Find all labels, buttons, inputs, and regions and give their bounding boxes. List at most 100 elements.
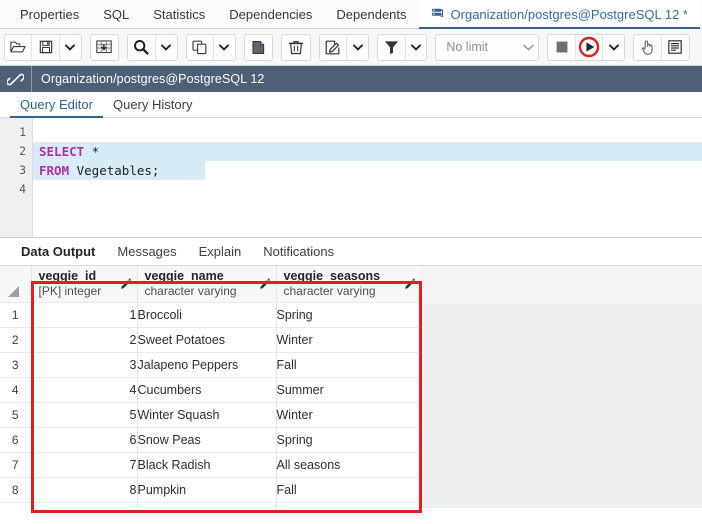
tab-properties[interactable]: Properties <box>8 0 91 28</box>
stop-query-button[interactable] <box>548 34 576 60</box>
cell-filler <box>421 302 702 328</box>
column-header-veggie-seasons[interactable]: veggie_seasons character varying <box>276 266 422 303</box>
tab-dependents[interactable]: Dependents <box>324 0 418 28</box>
cell-veggie-seasons[interactable]: Winter <box>276 402 422 428</box>
cell-veggie-name[interactable]: Pumpkin <box>137 477 277 503</box>
column-header-veggie-name[interactable]: veggie_name character varying <box>137 266 277 303</box>
copy-button[interactable] <box>186 34 214 60</box>
funnel-icon <box>384 40 399 54</box>
table-row[interactable]: 1 1 Broccoli Spring <box>0 302 702 328</box>
tab-notifications[interactable]: Notifications <box>252 238 345 265</box>
grid-download-icon <box>96 40 113 54</box>
results-table-body: 1 1 Broccoli Spring 2 2 Sweet Potatoes W… <box>0 302 702 508</box>
cell-veggie-id[interactable]: 4 <box>31 377 138 403</box>
open-file-button[interactable] <box>5 34 33 60</box>
edit-dropdown-button[interactable] <box>347 34 369 60</box>
row-number[interactable]: 7 <box>0 452 32 478</box>
table-row[interactable]: 7 7 Black Radish All seasons <box>0 452 702 478</box>
cell-veggie-name[interactable] <box>137 502 277 508</box>
tab-query-editor[interactable]: Query Editor <box>10 92 103 118</box>
cell-veggie-id[interactable]: 6 <box>31 427 138 453</box>
edit-button[interactable] <box>319 34 348 60</box>
find-dropdown-button[interactable] <box>155 34 177 60</box>
row-number[interactable]: 3 <box>0 352 32 378</box>
filter-dropdown-button[interactable] <box>405 34 427 60</box>
copy-dropdown-button[interactable] <box>214 34 235 60</box>
row-number[interactable]: 2 <box>0 327 32 353</box>
cell-veggie-id[interactable]: 2 <box>31 327 138 353</box>
row-number[interactable]: 4 <box>0 377 32 403</box>
cell-veggie-id[interactable]: 5 <box>31 402 138 428</box>
row-limit-select[interactable]: No limit <box>435 33 540 61</box>
cell-veggie-seasons[interactable]: Fall <box>276 477 422 503</box>
cell-veggie-name[interactable]: Black Radish <box>137 452 277 478</box>
cell-veggie-seasons[interactable]: Summer <box>276 377 422 403</box>
row-number[interactable]: 6 <box>0 427 32 453</box>
execute-query-button[interactable] <box>575 34 604 60</box>
cell-veggie-name[interactable]: Cucumbers <box>137 377 277 403</box>
save-file-button[interactable] <box>32 34 60 60</box>
column-type: [PK] integer <box>38 284 102 298</box>
row-number[interactable]: 5 <box>0 402 32 428</box>
cell-veggie-name[interactable]: Snow Peas <box>137 427 277 453</box>
pencil-icon[interactable] <box>259 278 271 293</box>
editor-line-number-gutter: 1 2 3 4 <box>0 118 33 237</box>
tab-messages[interactable]: Messages <box>106 238 187 265</box>
table-row[interactable]: 2 2 Sweet Potatoes Winter <box>0 327 702 353</box>
tab-statistics[interactable]: Statistics <box>141 0 217 28</box>
results-grid[interactable]: veggie_id [PK] integer veggie_name chara… <box>0 266 702 508</box>
table-row[interactable]: 5 5 Winter Squash Winter <box>0 402 702 428</box>
table-row[interactable]: 8 8 Pumpkin Fall <box>0 477 702 503</box>
row-number[interactable]: 1 <box>0 302 32 328</box>
line-number: 2 <box>19 144 26 158</box>
tab-query-history-label: Query History <box>112 97 193 112</box>
editor-code-area[interactable]: SELECT * FROM Vegetables; <box>33 118 702 237</box>
cell-veggie-id[interactable]: 3 <box>31 352 138 378</box>
cell-veggie-name[interactable]: Winter Squash <box>137 402 277 428</box>
column-header-veggie-id[interactable]: veggie_id [PK] integer <box>31 266 138 303</box>
table-row-empty[interactable] <box>0 502 702 508</box>
cell-veggie-id[interactable]: 8 <box>31 477 138 503</box>
tab-dependencies[interactable]: Dependencies <box>217 0 324 28</box>
cell-veggie-seasons[interactable]: Fall <box>276 352 422 378</box>
macros-button[interactable] <box>634 34 662 60</box>
save-dropdown-button[interactable] <box>59 34 81 60</box>
sql-editor[interactable]: 1 2 3 4 SELECT * FROM Vegetables; <box>0 118 702 238</box>
find-button[interactable] <box>128 34 156 60</box>
tab-explain[interactable]: Explain <box>188 238 253 265</box>
paste-button[interactable] <box>244 34 273 60</box>
cell-veggie-id[interactable]: 1 <box>31 302 138 328</box>
database-icon <box>431 7 445 21</box>
delete-button[interactable] <box>282 34 310 60</box>
pencil-icon[interactable] <box>120 278 132 293</box>
filter-button[interactable] <box>378 34 406 60</box>
table-row[interactable]: 6 6 Snow Peas Spring <box>0 427 702 453</box>
cell-veggie-seasons[interactable] <box>276 502 422 508</box>
tab-query-history[interactable]: Query History <box>103 92 202 117</box>
row-number[interactable] <box>0 502 32 508</box>
tab-sql[interactable]: SQL <box>91 0 141 28</box>
cell-filler <box>421 477 702 503</box>
cell-veggie-seasons[interactable]: All seasons <box>276 452 422 478</box>
row-number[interactable]: 8 <box>0 477 32 503</box>
cell-veggie-seasons[interactable]: Spring <box>276 302 422 328</box>
sql-text: Vegetables; <box>69 163 160 178</box>
cell-veggie-name[interactable]: Jalapeno Peppers <box>137 352 277 378</box>
table-row[interactable]: 4 4 Cucumbers Summer <box>0 377 702 403</box>
edit-grid-button[interactable] <box>90 34 119 60</box>
cell-veggie-seasons[interactable]: Winter <box>276 327 422 353</box>
cell-veggie-seasons[interactable]: Spring <box>276 427 422 453</box>
cell-veggie-name[interactable]: Broccoli <box>137 302 277 328</box>
tab-query-session-label: Organization/postgres@PostgreSQL 12 * <box>450 6 688 22</box>
pencil-icon[interactable] <box>404 278 416 293</box>
table-row[interactable]: 3 3 Jalapeno Peppers Fall <box>0 352 702 378</box>
grid-select-all-corner[interactable] <box>0 266 32 303</box>
cell-veggie-id[interactable]: 7 <box>31 452 138 478</box>
cell-veggie-name[interactable]: Sweet Potatoes <box>137 327 277 353</box>
panel-options-button[interactable] <box>661 34 690 60</box>
cell-veggie-id[interactable] <box>31 502 138 508</box>
line-number: 1 <box>19 125 26 139</box>
tab-query-session[interactable]: Organization/postgres@PostgreSQL 12 * <box>418 0 701 29</box>
execute-dropdown-button[interactable] <box>603 34 625 60</box>
tab-data-output[interactable]: Data Output <box>10 238 106 265</box>
